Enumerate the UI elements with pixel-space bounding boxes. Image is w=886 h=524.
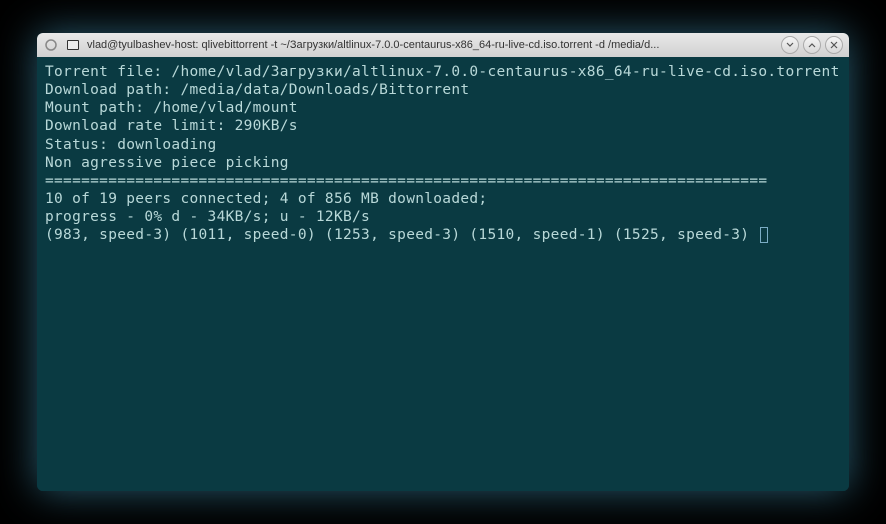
cursor	[760, 227, 768, 243]
window-menu-icon[interactable]	[43, 37, 59, 53]
titlebar[interactable]: vlad@tyulbashev-host: qlivebittorrent -t…	[37, 33, 849, 57]
peers-line: 10 of 19 peers connected; 4 of 856 MB do…	[45, 190, 841, 208]
status-line: Status: downloading	[45, 136, 841, 154]
terminal-window: vlad@tyulbashev-host: qlivebittorrent -t…	[37, 33, 849, 491]
window-controls	[781, 36, 843, 54]
terminal-content[interactable]: Torrent file: /home/vlad/Загрузки/altlin…	[37, 57, 849, 491]
mount-path-line: Mount path: /home/vlad/mount	[45, 99, 841, 117]
piece-picking-line: Non agressive piece picking	[45, 154, 841, 172]
window-title: vlad@tyulbashev-host: qlivebittorrent -t…	[87, 39, 775, 51]
minimize-button[interactable]	[781, 36, 799, 54]
download-path-line: Download path: /media/data/Downloads/Bit…	[45, 81, 841, 99]
speeds-line: (983, speed-3) (1011, speed-0) (1253, sp…	[45, 226, 841, 244]
progress-line: progress - 0% d - 34KB/s; u - 12KB/s	[45, 208, 841, 226]
terminal-icon	[65, 37, 81, 53]
close-button[interactable]	[825, 36, 843, 54]
rate-limit-line: Download rate limit: 290KB/s	[45, 117, 841, 135]
maximize-button[interactable]	[803, 36, 821, 54]
separator-line: ========================================…	[45, 172, 841, 190]
torrent-file-line: Torrent file: /home/vlad/Загрузки/altlin…	[45, 63, 841, 81]
